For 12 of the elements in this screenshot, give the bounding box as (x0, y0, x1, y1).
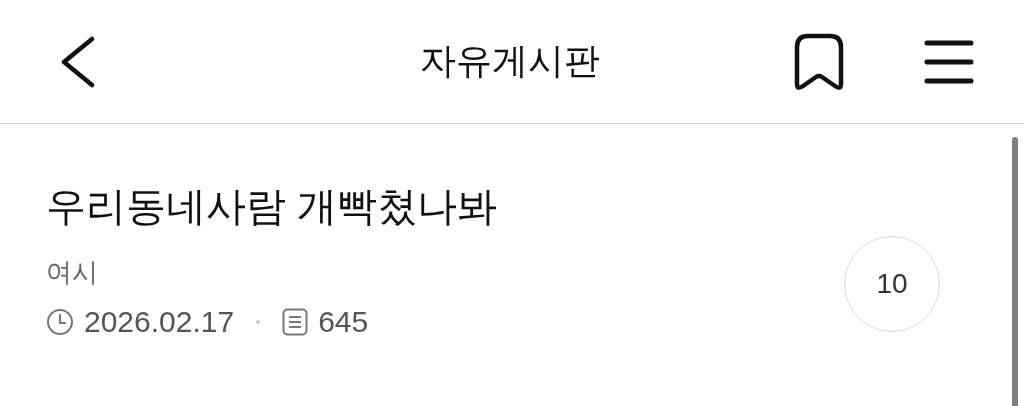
post-title: 우리동네사람 개빡쳤나봐 (46, 183, 499, 230)
separator-dot (256, 320, 261, 324)
scrollbar[interactable] (1012, 137, 1018, 406)
post-date: 2026.02.17 (84, 304, 235, 340)
document-icon (282, 308, 309, 336)
bookmark-button[interactable] (794, 32, 844, 91)
comment-count-button[interactable]: 10 (844, 236, 940, 332)
author-name: 여시 (46, 256, 98, 288)
clock-icon (46, 308, 74, 336)
board-title: 자유게시판 (419, 39, 601, 83)
menu-button[interactable] (924, 38, 974, 85)
view-count: 645 (318, 304, 369, 340)
